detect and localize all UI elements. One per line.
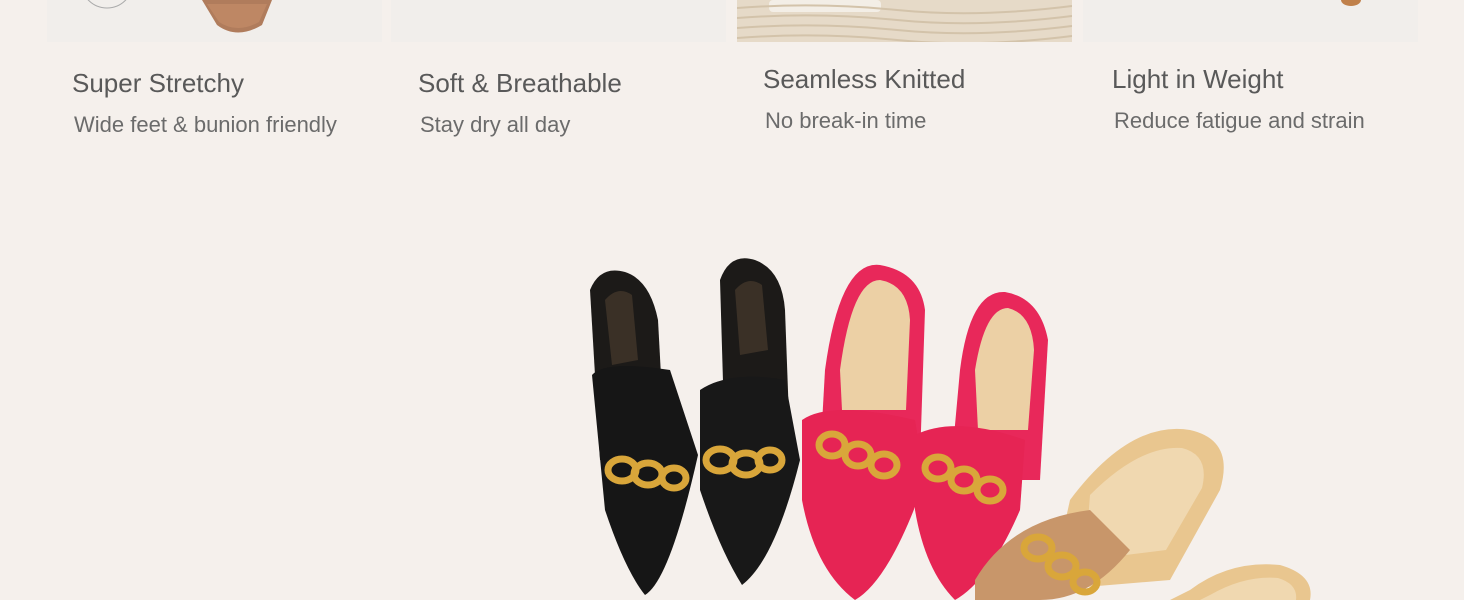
feature-subtitle-breathable: Stay dry all day [420, 112, 571, 137]
stretchy-image [87, 0, 272, 33]
knit-texture-image [737, 0, 1072, 42]
stretchy-image-tile [47, 0, 382, 42]
feature-subtitle-stretchy: Wide feet & bunion friendly [74, 112, 337, 137]
pink-mule-left [802, 264, 925, 600]
feature-title-lightweight: Light in Weight [1112, 64, 1284, 94]
hero-shoes-image [590, 258, 1311, 600]
black-mule-right [700, 258, 800, 585]
feature-title-seamless: Seamless Knitted [763, 64, 966, 94]
feature-subtitle-seamless: No break-in time [765, 108, 927, 133]
feature-subtitle-lightweight: Reduce fatigue and strain [1114, 108, 1365, 133]
lightweight-image-tile [1083, 0, 1418, 42]
lightweight-image [1341, 0, 1361, 6]
black-mule-left [590, 270, 698, 595]
tan-mule-right [1170, 564, 1311, 600]
breathable-image-tile [391, 0, 726, 42]
feature-title-stretchy: Super Stretchy [72, 68, 244, 98]
feature-title-breathable: Soft & Breathable [418, 68, 622, 98]
seamless-knit-image-tile [737, 0, 1072, 42]
